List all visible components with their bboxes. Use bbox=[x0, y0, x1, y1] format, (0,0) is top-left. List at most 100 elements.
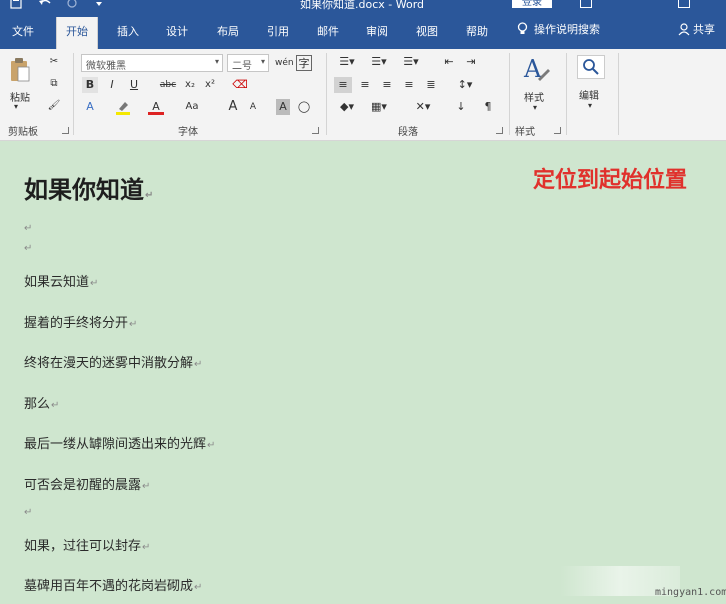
increase-indent-icon[interactable]: ⇥ bbox=[462, 54, 480, 70]
tab-review[interactable]: 审阅 bbox=[366, 23, 388, 39]
document-line[interactable]: 墓碑用百年不遇的花岗岩砌成↵ bbox=[24, 575, 202, 594]
editing-label: 编辑 bbox=[579, 91, 599, 102]
sign-in-button[interactable]: 登录 bbox=[512, 0, 552, 8]
font-color-button[interactable]: A bbox=[148, 99, 164, 115]
tab-mailings[interactable]: 邮件 bbox=[317, 23, 339, 39]
superscript-button[interactable]: x² bbox=[202, 77, 218, 93]
document-line[interactable]: 最后一缕从罅隙间透出来的光辉↵ bbox=[24, 433, 215, 452]
show-marks-icon[interactable]: ¶ bbox=[480, 99, 496, 115]
tab-design[interactable]: 设计 bbox=[166, 23, 188, 39]
phonetic-guide-button[interactable]: wén bbox=[275, 55, 294, 71]
numbering-icon[interactable]: ☰▾ bbox=[366, 54, 392, 70]
paragraph-launcher-icon[interactable] bbox=[496, 127, 503, 134]
ribbon-display-icon[interactable] bbox=[580, 0, 592, 8]
tab-help[interactable]: 帮助 bbox=[466, 23, 488, 39]
document-line[interactable]: 如果云知道↵ bbox=[24, 271, 98, 290]
change-case-button[interactable]: Aa bbox=[182, 99, 202, 115]
font-name-combo[interactable]: 微软雅黑 ▾ bbox=[81, 54, 223, 72]
paragraph-mark: ↵ bbox=[207, 440, 216, 451]
paragraph-mark: ↵ bbox=[145, 190, 154, 201]
align-center-icon[interactable]: ≡ bbox=[356, 77, 374, 93]
line-text: 握着的手终将分开 bbox=[24, 316, 129, 331]
line-text: 墓碑用百年不遇的花岗岩砌成 bbox=[24, 579, 194, 594]
text-effects-button[interactable]: A bbox=[82, 99, 98, 115]
line-spacing-icon[interactable]: ↕▾ bbox=[452, 77, 478, 93]
strikethrough-button[interactable]: abc bbox=[158, 77, 178, 93]
paste-button[interactable] bbox=[9, 57, 31, 83]
subscript-button[interactable]: x₂ bbox=[182, 77, 198, 93]
format-painter-icon[interactable]: 🖌 bbox=[46, 99, 62, 113]
tab-view[interactable]: 视图 bbox=[416, 23, 438, 39]
redo-icon[interactable] bbox=[66, 0, 80, 9]
chevron-down-icon: ▾ bbox=[214, 57, 219, 66]
tell-me-search[interactable]: 操作说明搜索 bbox=[517, 21, 600, 37]
undo-icon[interactable] bbox=[38, 0, 52, 9]
tab-insert[interactable]: 插入 bbox=[117, 23, 139, 39]
document-heading[interactable]: 如果你知道↵ bbox=[24, 170, 153, 205]
character-border-icon[interactable]: ◯ bbox=[296, 99, 312, 115]
save-icon[interactable] bbox=[10, 0, 24, 9]
line-text: 终将在漫天的迷雾中消散分解 bbox=[24, 356, 194, 371]
paragraph-mark: ↵ bbox=[142, 542, 151, 553]
document-line[interactable]: 如果，过往可以封存↵ bbox=[24, 535, 150, 554]
clear-formatting-icon[interactable]: ⌫ bbox=[232, 77, 248, 93]
character-shading-button[interactable]: A bbox=[276, 99, 290, 115]
paragraph-mark: ↵ bbox=[51, 400, 60, 411]
borders-icon[interactable]: ▦▾ bbox=[366, 99, 392, 115]
highlight-color-button[interactable] bbox=[114, 99, 132, 115]
ribbon-tab-bar: 文件 开始 插入 设计 布局 引用 邮件 审阅 视图 帮助 操作说明搜索 共享 bbox=[0, 12, 726, 49]
line-text: 那么 bbox=[24, 397, 51, 412]
paste-label: 粘贴 bbox=[10, 93, 30, 104]
lightbulb-icon bbox=[517, 22, 528, 34]
styles-gallery-button[interactable]: A bbox=[522, 55, 552, 89]
font-size-combo[interactable]: 二号 ▾ bbox=[227, 54, 269, 72]
styles-launcher-icon[interactable] bbox=[554, 127, 561, 134]
clipboard-launcher-icon[interactable] bbox=[62, 127, 69, 134]
document-line[interactable]: 终将在漫天的迷雾中消散分解↵ bbox=[24, 352, 202, 371]
bullets-icon[interactable]: ☰▾ bbox=[334, 54, 360, 70]
customize-qat-icon[interactable] bbox=[94, 0, 108, 9]
bold-button[interactable]: B bbox=[82, 77, 98, 93]
maximize-icon[interactable] bbox=[678, 0, 690, 8]
paste-dropdown-icon[interactable]: ▾ bbox=[14, 102, 18, 111]
paragraph-mark: ↵ bbox=[194, 582, 203, 593]
chinese-layout-icon[interactable]: ✕▾ bbox=[410, 99, 436, 115]
cut-icon[interactable]: ✂ bbox=[46, 55, 62, 69]
editing-button[interactable] bbox=[577, 55, 605, 79]
tab-references[interactable]: 引用 bbox=[267, 23, 289, 39]
paragraph-mark: ↵ bbox=[24, 243, 33, 254]
grow-font-button[interactable]: A bbox=[226, 99, 240, 115]
tab-home[interactable]: 开始 bbox=[56, 17, 98, 49]
tab-layout[interactable]: 布局 bbox=[217, 23, 239, 39]
document-line[interactable]: 那么↵ bbox=[24, 393, 59, 412]
font-size-value: 二号 bbox=[232, 61, 252, 72]
font-launcher-icon[interactable] bbox=[312, 127, 319, 134]
underline-button[interactable]: U bbox=[126, 77, 142, 93]
justify-icon[interactable]: ≡ bbox=[400, 77, 418, 93]
paragraph-mark: ↵ bbox=[24, 507, 33, 518]
decrease-indent-icon[interactable]: ⇤ bbox=[440, 54, 458, 70]
document-canvas[interactable]: 如果你知道↵ 定位到起始位置 ↵ ↵ 如果云知道↵ 握着的手终将分开↵ 终将在漫… bbox=[0, 141, 726, 604]
styles-label: 样式 bbox=[524, 93, 544, 104]
document-line[interactable]: 可否会是初醒的晨露↵ bbox=[24, 474, 150, 493]
multilevel-list-icon[interactable]: ☰▾ bbox=[398, 54, 424, 70]
window-title: 如果你知道.docx - Word bbox=[300, 0, 425, 11]
copy-icon[interactable]: ⧉ bbox=[46, 77, 62, 91]
tab-file[interactable]: 文件 bbox=[12, 23, 34, 39]
enclose-characters-button[interactable]: 字 bbox=[296, 55, 312, 71]
document-line[interactable]: 握着的手终将分开↵ bbox=[24, 312, 137, 331]
shading-icon[interactable]: ◆▾ bbox=[334, 99, 360, 115]
paragraph-mark: ↵ bbox=[129, 319, 138, 330]
clipboard-group-label: 剪贴板 bbox=[8, 127, 38, 138]
share-button[interactable]: 共享 bbox=[678, 21, 715, 37]
distributed-icon[interactable]: ≣ bbox=[422, 77, 440, 93]
search-icon bbox=[583, 59, 599, 75]
minimize-icon[interactable] bbox=[630, 0, 642, 8]
sort-icon[interactable]: ↓ bbox=[452, 99, 470, 115]
align-left-icon[interactable]: ≡ bbox=[334, 77, 352, 93]
italic-button[interactable]: I bbox=[104, 77, 120, 93]
person-icon bbox=[678, 22, 690, 35]
align-right-icon[interactable]: ≡ bbox=[378, 77, 396, 93]
shrink-font-button[interactable]: A bbox=[246, 99, 260, 115]
group-divider bbox=[618, 53, 619, 135]
